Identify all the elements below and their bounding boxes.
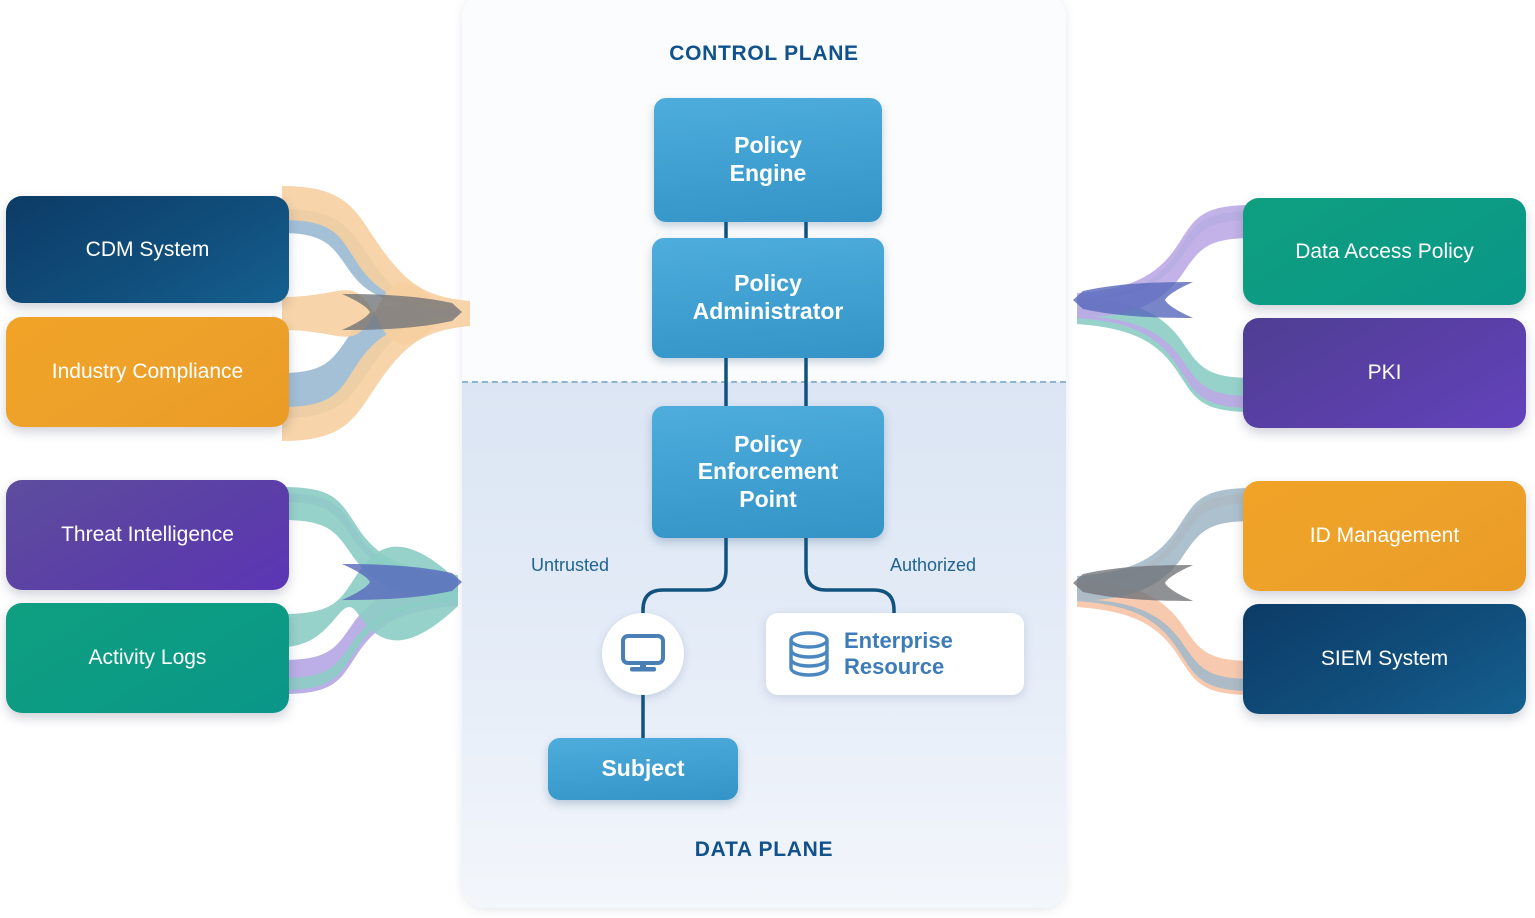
input-data-access-policy[interactable]: Data Access Policy bbox=[1243, 198, 1526, 305]
ribbon-cdm-system bbox=[282, 209, 458, 418]
node-enterprise-resource[interactable]: Enterprise Resource bbox=[766, 613, 1024, 695]
node-policy-engine[interactable]: Policy Engine bbox=[654, 98, 882, 222]
node-pep-line2: Enforcement bbox=[697, 458, 839, 485]
node-policy-engine-line1: Policy bbox=[734, 132, 802, 159]
node-policy-administrator[interactable]: Policy Administrator bbox=[652, 238, 884, 358]
node-policy-administrator-line2: Administrator bbox=[692, 298, 844, 324]
diagram-canvas: CONTROL PLANE DATA PLANE Policy Engine P… bbox=[0, 0, 1535, 918]
node-pep-line1: Policy bbox=[734, 430, 802, 457]
input-id-management[interactable]: ID Management bbox=[1243, 481, 1526, 591]
ribbon-threat-intelligence bbox=[282, 493, 458, 694]
ribbon-data-access-policy bbox=[1077, 211, 1253, 412]
input-activity-logs-label: Activity Logs bbox=[88, 646, 207, 669]
control-plane-label: CONTROL PLANE bbox=[669, 42, 859, 65]
input-cdm-system[interactable]: CDM System bbox=[6, 196, 289, 303]
input-threat-intelligence-label: Threat Intelligence bbox=[61, 523, 234, 546]
node-subject-label: Subject bbox=[601, 755, 685, 782]
ribbon-industry-compliance-sweep bbox=[282, 186, 470, 441]
input-pki-label: PKI bbox=[1367, 361, 1402, 384]
ribbon-industry-compliance bbox=[282, 282, 458, 345]
edge-label-untrusted: Untrusted bbox=[531, 555, 610, 575]
input-activity-logs[interactable]: Activity Logs bbox=[6, 603, 289, 713]
input-siem-system[interactable]: SIEM System bbox=[1243, 604, 1526, 714]
node-endpoint-device[interactable] bbox=[602, 613, 684, 695]
node-pep-line3: Point bbox=[739, 485, 797, 512]
ribbon-siem-system bbox=[1077, 488, 1253, 691]
input-pki[interactable]: PKI bbox=[1243, 318, 1526, 428]
ribbon-id-management bbox=[1077, 494, 1253, 695]
enterprise-resource-line1: Enterprise bbox=[844, 628, 953, 654]
input-siem-system-label: SIEM System bbox=[1320, 647, 1449, 670]
edge-label-authorized: Authorized bbox=[890, 555, 977, 575]
ribbon-merge-tip-right-bottom bbox=[1073, 565, 1193, 601]
ribbon-activity-logs bbox=[282, 546, 458, 647]
monitor-icon bbox=[621, 634, 665, 672]
plane-divider-dashed-line bbox=[462, 381, 1066, 383]
ribbon-merge-tip-right-top bbox=[1073, 282, 1193, 318]
input-cdm-system-label: CDM System bbox=[85, 237, 210, 261]
node-policy-engine-line2: Engine bbox=[729, 160, 807, 186]
data-plane-label: DATA PLANE bbox=[694, 838, 834, 861]
ribbon-merge-tip-left-bottom bbox=[342, 564, 462, 600]
input-id-management-label: ID Management bbox=[1309, 524, 1460, 547]
ribbon-merge-tip-left-top bbox=[342, 294, 462, 330]
database-icon bbox=[789, 631, 829, 677]
node-policy-administrator-line1: Policy bbox=[734, 270, 802, 297]
node-subject[interactable]: Subject bbox=[548, 738, 738, 800]
input-threat-intelligence[interactable]: Threat Intelligence bbox=[6, 480, 289, 590]
input-data-access-policy-label: Data Access Policy bbox=[1295, 239, 1474, 263]
node-policy-enforcement-point[interactable]: Policy Enforcement Point bbox=[652, 406, 884, 538]
input-industry-compliance-label: Industry Compliance bbox=[51, 360, 244, 383]
ribbon-activity-logs-sweep bbox=[282, 487, 458, 690]
input-industry-compliance[interactable]: Industry Compliance bbox=[6, 317, 289, 427]
enterprise-resource-line2: Resource bbox=[844, 654, 945, 679]
ribbon-pki bbox=[1077, 205, 1253, 408]
